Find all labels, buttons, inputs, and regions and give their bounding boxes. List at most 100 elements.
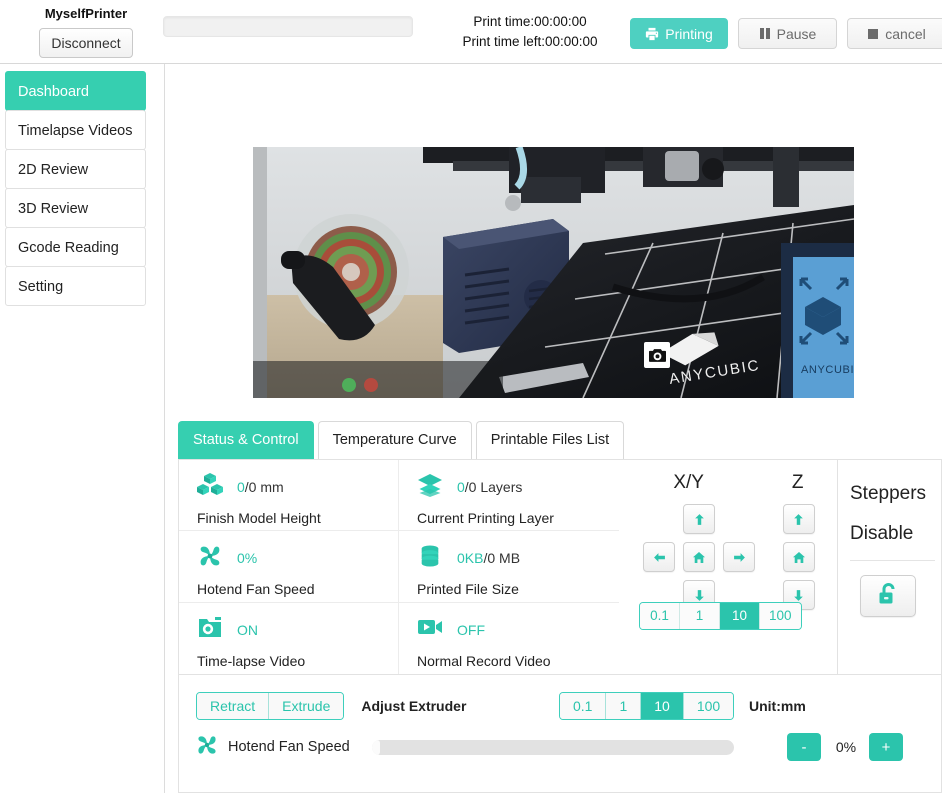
fan-speed-row: Hotend Fan Speed - 0% +	[179, 725, 941, 769]
extruder-step-1[interactable]: 1	[606, 693, 642, 719]
print-time: Print time:00:00:00	[473, 14, 587, 29]
xy-pad	[639, 504, 759, 610]
stat-label: Time-lapse Video	[197, 652, 306, 669]
stat-label: Current Printing Layer	[417, 510, 554, 526]
video-camera-icon	[417, 615, 443, 644]
unit-label: Unit:mm	[749, 698, 806, 714]
photo-camera-icon	[197, 615, 223, 644]
panel-top-section: 0/0 mm Finish Model Height 0/0 Layers Cu…	[179, 460, 941, 675]
fan-icon	[197, 544, 223, 573]
stat-time-lapse-video: ON Time-lapse Video	[179, 602, 399, 674]
sidebar-item-dashboard[interactable]: Dashboard	[5, 71, 146, 111]
jog-step-1[interactable]: 1	[680, 603, 720, 629]
xy-right-button[interactable]	[723, 542, 755, 572]
tab-temperature-curve[interactable]: Temperature Curve	[317, 421, 472, 459]
steppers-disable-button[interactable]	[860, 575, 916, 617]
brand-block: MyselfPrinter Disconnect	[26, 2, 146, 58]
steppers-disable-panel: Steppers Disable	[838, 460, 941, 674]
jog-step-10[interactable]: 10	[720, 603, 760, 629]
stat-finish-model-height: 0/0 mm Finish Model Height	[179, 460, 399, 532]
fan-speed-label: Hotend Fan Speed	[228, 739, 350, 755]
stat-hotend-fan-speed: 0% Hotend Fan Speed	[179, 531, 399, 603]
extruder-step-size-group: 0.1 1 10 100	[559, 692, 735, 720]
stat-label: Printed File Size	[417, 581, 519, 598]
stat-value: 0/0 Layers	[457, 479, 523, 495]
content-tabs: Status & Control Temperature Curve Print…	[178, 421, 625, 459]
extruder-action-group: Retract Extrude	[196, 692, 345, 720]
jog-step-100[interactable]: 100	[760, 603, 801, 629]
jog-step-0.1[interactable]: 0.1	[640, 603, 680, 629]
fan-speed-slider[interactable]	[372, 739, 734, 755]
axis-label-xy: X/Y	[673, 472, 704, 493]
layers-icon	[417, 473, 443, 502]
z-home-button[interactable]	[782, 542, 815, 572]
z-pad	[759, 504, 838, 610]
fan-speed-decrease-button[interactable]: -	[787, 733, 821, 761]
body-wrapper: Dashboard Timelapse Videos 2D Review 3D …	[0, 64, 942, 793]
stat-normal-record-video: OFF Normal Record Video	[399, 603, 619, 674]
axis-label-z: Z	[791, 472, 804, 493]
stat-label: Finish Model Height	[197, 510, 321, 526]
disconnect-button[interactable]: Disconnect	[39, 28, 133, 58]
top-bar: MyselfPrinter Disconnect Print time:00:0…	[0, 0, 942, 64]
jog-axis-headers: X/Y Z	[619, 460, 837, 494]
stat-value: ON	[237, 621, 258, 638]
stat-value: 0%	[237, 550, 258, 567]
steppers-title-line1: Steppers	[850, 483, 927, 504]
sidebar-item-gcode-reading[interactable]: Gcode Reading	[5, 227, 146, 267]
z-up-button[interactable]	[782, 504, 815, 534]
steppers-divider	[850, 560, 935, 561]
camera-feed[interactable]: ANYCUBIC ANYCUBIC	[253, 147, 854, 398]
sidebar-item-timelapse-videos[interactable]: Timelapse Videos	[5, 110, 146, 150]
fan-speed-slider-knob[interactable]	[372, 739, 380, 755]
svg-text:ANYCUBIC: ANYCUBIC	[801, 364, 854, 376]
status-control-panel: 0/0 mm Finish Model Height 0/0 Layers Cu…	[178, 459, 942, 793]
sidebar-item-3d-review[interactable]: 3D Review	[5, 188, 146, 228]
extrude-button[interactable]: Extrude	[269, 693, 344, 719]
fan-icon	[196, 734, 218, 761]
cancel-button-label: cancel	[885, 25, 926, 42]
sidebar-item-2d-review[interactable]: 2D Review	[5, 149, 146, 189]
stop-square-icon	[867, 28, 879, 40]
extruder-step-0.1[interactable]: 0.1	[560, 693, 607, 719]
panel-bottom-section: Retract Extrude Adjust Extruder 0.1 1 10…	[179, 675, 941, 769]
fan-speed-increase-button[interactable]: +	[869, 733, 903, 761]
pause-icon	[759, 27, 771, 40]
fan-speed-percent: 0%	[835, 739, 857, 755]
pause-button[interactable]: Pause	[738, 18, 837, 49]
print-progress-bar	[163, 16, 413, 37]
stat-value: 0/0 mm	[237, 479, 284, 495]
stat-label: Normal Record Video	[417, 652, 551, 669]
tab-printable-files-list[interactable]: Printable Files List	[475, 421, 625, 459]
print-time-left: Print time left:00:00:00	[462, 34, 598, 49]
sidebar-item-setting[interactable]: Setting	[5, 266, 146, 306]
main-content: ANYCUBIC ANYCUBIC	[166, 64, 942, 793]
xy-up-button[interactable]	[683, 504, 715, 534]
stat-value: 0KB/0 MB	[457, 550, 521, 567]
printer-icon	[645, 27, 659, 41]
extruder-step-100[interactable]: 100	[683, 693, 734, 719]
sidebar: Dashboard Timelapse Videos 2D Review 3D …	[0, 64, 165, 793]
printing-button-label: Printing	[665, 25, 713, 42]
extruder-control-row: Retract Extrude Adjust Extruder 0.1 1 10…	[179, 687, 941, 725]
stat-current-printing-layer: 0/0 Layers Current Printing Layer	[399, 460, 619, 532]
retract-button[interactable]: Retract	[197, 693, 270, 719]
extruder-step-10[interactable]: 10	[641, 693, 684, 719]
status-grid: 0/0 mm Finish Model Height 0/0 Layers Cu…	[179, 460, 619, 674]
xy-left-button[interactable]	[643, 542, 675, 572]
jog-controls: X/Y Z 0.1 1 10 100	[619, 460, 838, 674]
xy-home-button[interactable]	[683, 542, 715, 572]
tab-status-and-control[interactable]: Status & Control	[178, 421, 314, 459]
cubes-icon	[197, 472, 223, 502]
cancel-button[interactable]: cancel	[847, 18, 942, 49]
jog-step-size-group: 0.1 1 10 100	[639, 602, 802, 630]
adjust-extruder-label: Adjust Extruder	[361, 698, 467, 714]
stat-label: Hotend Fan Speed	[197, 581, 315, 598]
printer-camera-image: ANYCUBIC ANYCUBIC	[253, 147, 854, 398]
top-action-buttons: Printing Pause cancel	[630, 18, 942, 49]
camera-snapshot-icon[interactable]	[644, 342, 670, 368]
unlock-icon	[877, 582, 899, 611]
printing-button[interactable]: Printing	[630, 18, 728, 49]
print-time-block: Print time:00:00:00 Print time left:00:0…	[440, 12, 620, 52]
pause-button-label: Pause	[776, 25, 817, 42]
